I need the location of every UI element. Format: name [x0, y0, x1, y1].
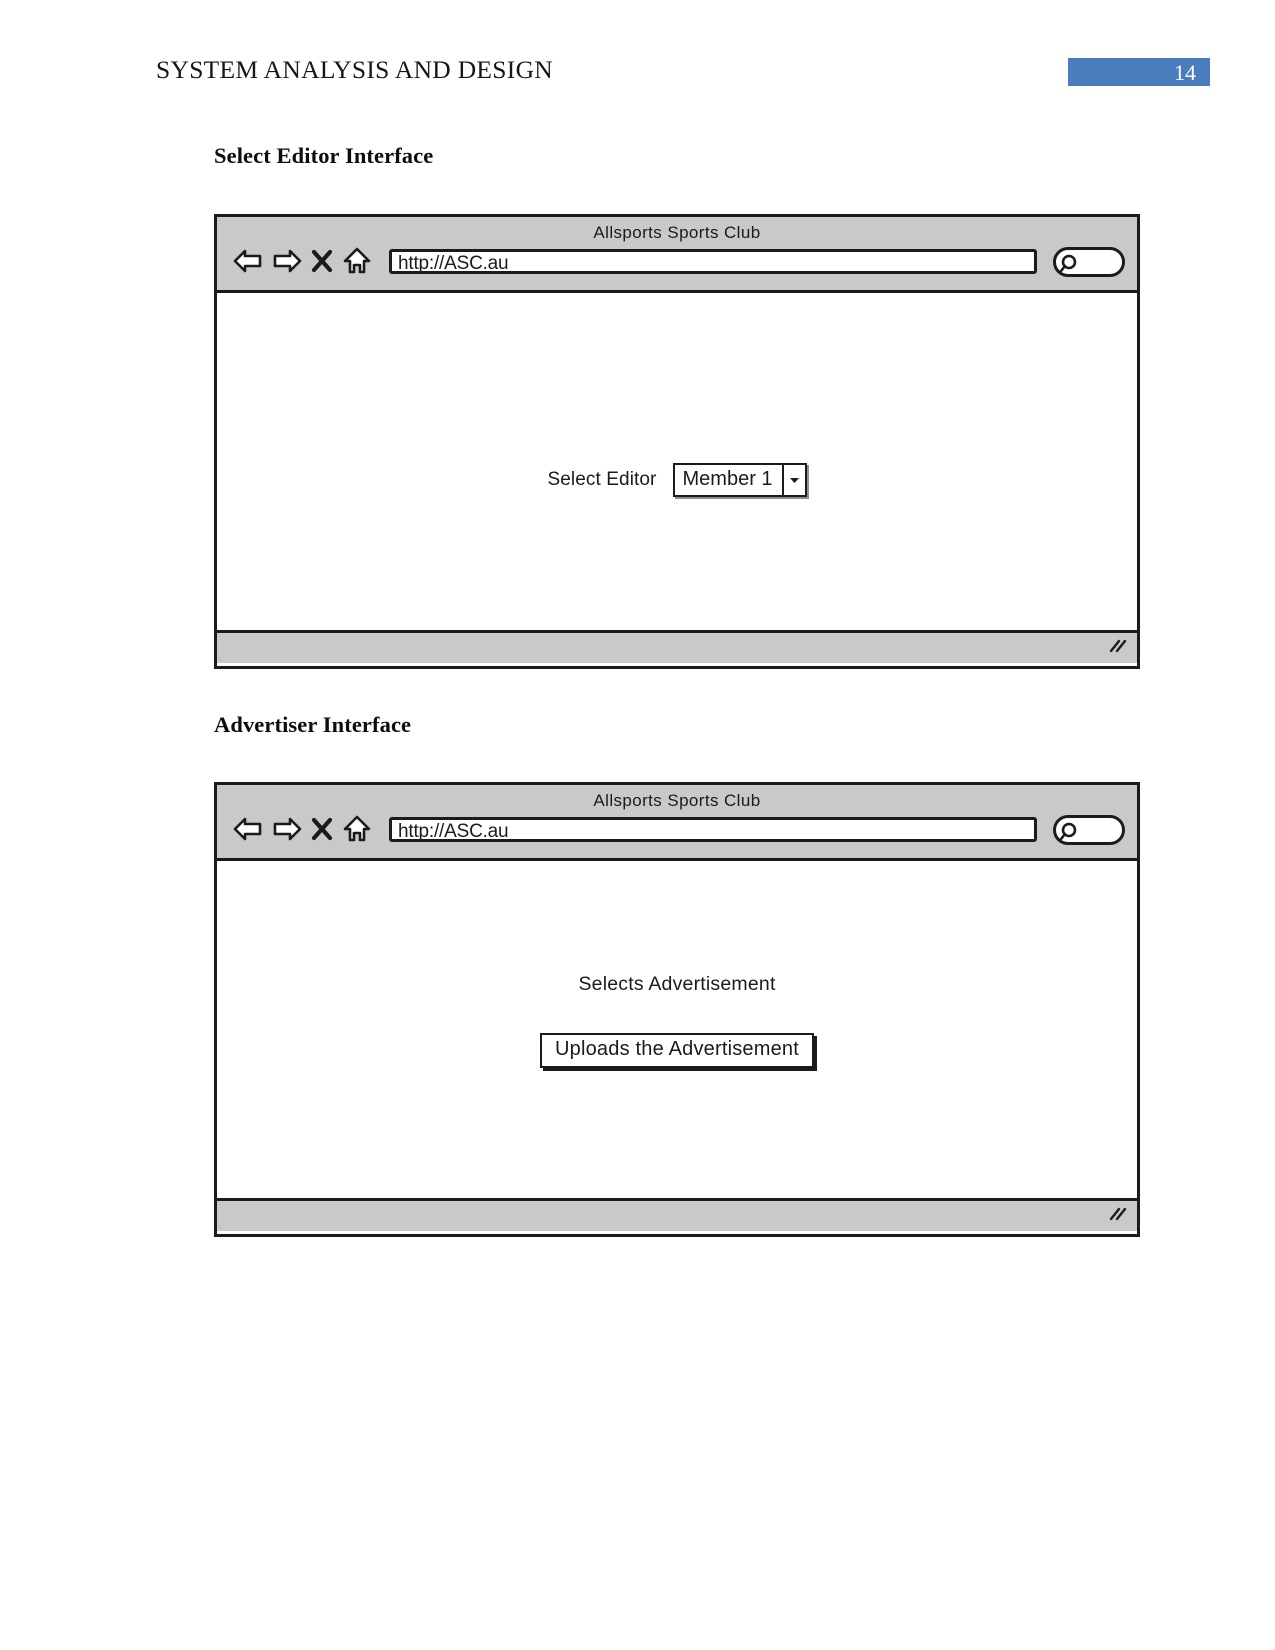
forward-arrow-icon[interactable] — [272, 816, 302, 842]
browser-viewport: Select Editor Member 1 — [217, 293, 1137, 630]
browser-chrome-bar: Allsports Sports Club http://ASC.au — [217, 217, 1137, 293]
search-magnifier-icon — [1059, 254, 1077, 273]
browser-nav-icon-group — [233, 247, 372, 275]
browser-chrome-bar: Allsports Sports Club http://ASC.au — [217, 785, 1137, 861]
browser-wireframe-advertiser: Allsports Sports Club http://ASC.au Sele… — [214, 782, 1140, 1237]
browser-window-title: Allsports Sports Club — [593, 791, 761, 810]
select-editor-label: Select Editor — [547, 469, 657, 490]
selects-advertisement-text: Selects Advertisement — [578, 973, 776, 995]
resize-grip-icon[interactable] — [1108, 638, 1128, 659]
back-arrow-icon[interactable] — [233, 248, 263, 274]
browser-status-bar — [217, 1198, 1137, 1231]
url-input[interactable]: http://ASC.au — [389, 249, 1037, 274]
uploads-advertisement-button[interactable]: Uploads the Advertisement — [539, 1033, 815, 1068]
running-title: SYSTEM ANALYSIS AND DESIGN — [156, 55, 553, 84]
home-icon[interactable] — [342, 815, 372, 843]
close-x-icon[interactable] — [311, 248, 333, 274]
section-heading-select-editor: Select Editor Interface — [214, 143, 434, 168]
forward-arrow-icon[interactable] — [272, 248, 302, 274]
search-magnifier-icon — [1059, 822, 1077, 841]
page-number-badge: 14 — [1068, 58, 1210, 86]
url-input-value: http://ASC.au — [398, 253, 509, 274]
search-box[interactable] — [1053, 815, 1125, 845]
resize-grip-icon[interactable] — [1108, 1206, 1128, 1227]
browser-nav-icon-group — [233, 815, 372, 843]
url-input-value: http://ASC.au — [398, 821, 509, 842]
chevron-down-icon[interactable] — [781, 465, 805, 495]
browser-status-bar — [217, 630, 1137, 663]
section-heading-advertiser: Advertiser Interface — [214, 712, 412, 737]
browser-wireframe-select-editor: Allsports Sports Club http://ASC.au Sele… — [214, 214, 1140, 669]
select-editor-form-row: Select Editor Member 1 — [217, 463, 1137, 497]
page-number: 14 — [1174, 60, 1196, 85]
search-box[interactable] — [1053, 247, 1125, 277]
home-icon[interactable] — [342, 247, 372, 275]
editor-select-value: Member 1 — [682, 468, 773, 490]
browser-viewport: Selects Advertisement Uploads the Advert… — [217, 861, 1137, 1198]
url-input[interactable]: http://ASC.au — [389, 817, 1037, 842]
back-arrow-icon[interactable] — [233, 816, 263, 842]
editor-select-dropdown[interactable]: Member 1 — [672, 463, 807, 497]
upload-button-row: Uploads the Advertisement — [217, 1033, 1137, 1068]
browser-window-title: Allsports Sports Club — [593, 223, 761, 242]
page-running-header: SYSTEM ANALYSIS AND DESIGN 14 — [0, 0, 1275, 110]
close-x-icon[interactable] — [311, 816, 333, 842]
